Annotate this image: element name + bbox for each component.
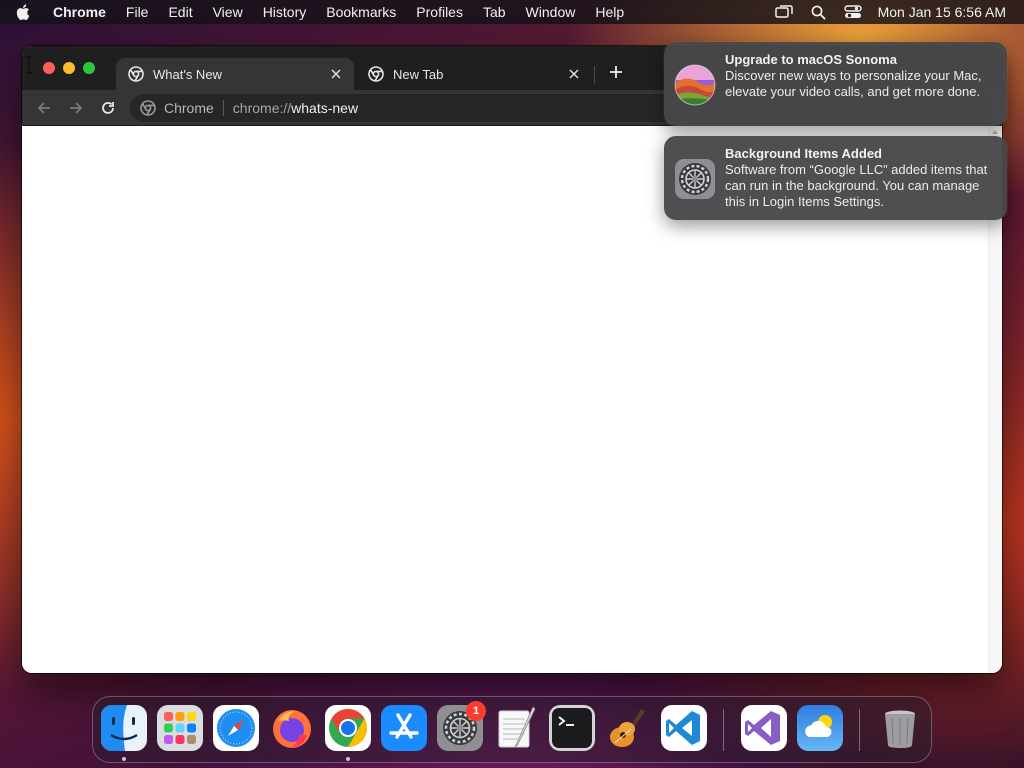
visual-studio-icon[interactable]	[741, 705, 787, 751]
tab-title: New Tab	[393, 66, 444, 82]
window-minimize-button[interactable]	[63, 62, 75, 74]
notification-background-items[interactable]: Background Items Added Software from “Go…	[664, 136, 1007, 220]
menu-bar: Chrome File Edit View History Bookmarks …	[0, 0, 1024, 24]
garageband-icon[interactable]	[605, 705, 651, 751]
menu-chrome[interactable]: Chrome	[53, 4, 106, 20]
textedit-icon[interactable]	[493, 705, 539, 751]
dock-separator	[723, 709, 724, 751]
finder-icon[interactable]	[101, 705, 147, 751]
spotlight-search-icon[interactable]	[811, 5, 826, 20]
launchpad-icon[interactable]	[157, 705, 203, 751]
back-arrow-icon[interactable]	[34, 98, 54, 118]
macos-sonoma-icon	[674, 64, 716, 106]
dock	[92, 696, 932, 763]
notification-body: Software from “Google LLC” added items t…	[725, 162, 988, 209]
tab-whats-new[interactable]: What's New	[116, 58, 354, 90]
url-path: whats-new	[291, 100, 359, 116]
app-store-icon[interactable]	[381, 705, 427, 751]
new-tab-plus-icon[interactable]	[606, 62, 626, 82]
trash-icon[interactable]	[877, 705, 923, 751]
text-cursor-icon	[26, 56, 32, 74]
notification-sonoma-upgrade[interactable]: Upgrade to macOS Sonoma Discover new way…	[664, 42, 1007, 126]
dock-separator	[859, 709, 860, 751]
chrome-icon[interactable]	[325, 705, 371, 751]
menu-profiles[interactable]: Profiles	[416, 4, 463, 20]
menubar-status-area: Mon Jan 15 6:56 AM	[757, 0, 1006, 24]
tab-close-icon[interactable]	[564, 64, 584, 84]
menu-history[interactable]: History	[263, 4, 307, 20]
finder-running-dot	[122, 757, 126, 761]
chrome-favicon-icon	[128, 66, 144, 82]
window-zoom-button[interactable]	[83, 62, 95, 74]
firefox-icon[interactable]	[269, 705, 315, 751]
window-close-button[interactable]	[43, 62, 55, 74]
menu-window[interactable]: Window	[526, 4, 576, 20]
reload-icon[interactable]	[98, 98, 118, 118]
tab-separator	[594, 66, 595, 84]
safari-icon[interactable]	[213, 705, 259, 751]
menu-tab[interactable]: Tab	[483, 4, 506, 20]
notification-title: Upgrade to macOS Sonoma	[725, 52, 897, 67]
forward-arrow-icon[interactable]	[66, 98, 86, 118]
url-scheme: chrome://	[232, 100, 292, 116]
menu-help[interactable]: Help	[595, 4, 624, 20]
system-settings-badge: 1	[466, 701, 486, 721]
chrome-running-dot	[346, 757, 350, 761]
menu-view[interactable]: View	[213, 4, 243, 20]
menubar-clock[interactable]: Mon Jan 15 6:56 AM	[878, 4, 1006, 20]
menu-bookmarks[interactable]: Bookmarks	[326, 4, 396, 20]
chrome-site-icon[interactable]	[140, 100, 156, 116]
vscode-icon[interactable]	[661, 705, 707, 751]
tab-title: What's New	[153, 66, 222, 82]
apple-menu-icon[interactable]	[16, 0, 38, 24]
tab-new-tab[interactable]: New Tab	[356, 58, 592, 90]
omnibox-url[interactable]: chrome://whats-new	[233, 100, 358, 116]
tab-close-icon[interactable]	[326, 64, 346, 84]
control-center-icon[interactable]	[843, 5, 862, 19]
chrome-favicon-icon	[368, 66, 384, 82]
terminal-icon[interactable]	[549, 705, 595, 751]
screen-mirroring-icon[interactable]	[774, 5, 793, 19]
notification-body: Discover new ways to personalize your Ma…	[725, 68, 982, 99]
menu-edit[interactable]: Edit	[168, 4, 192, 20]
menu-file[interactable]: File	[126, 4, 149, 20]
system-settings-icon	[675, 159, 715, 199]
notification-title: Background Items Added	[725, 146, 882, 161]
weather-icon[interactable]	[797, 705, 843, 751]
scroll-up-arrow-icon[interactable]	[991, 128, 999, 136]
omnibox-divider	[222, 100, 224, 116]
omnibox-chip-label: Chrome	[164, 100, 214, 116]
